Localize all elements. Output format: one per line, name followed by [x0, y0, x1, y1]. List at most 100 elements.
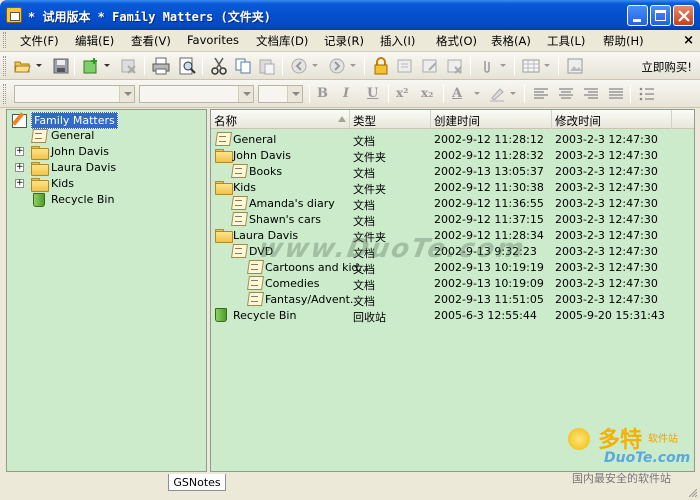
back-dropdown-icon[interactable] — [312, 64, 318, 67]
minimize-button[interactable] — [627, 5, 648, 26]
tree-node-label[interactable]: Recycle Bin — [51, 193, 114, 206]
lock-icon[interactable] — [372, 57, 390, 75]
cell-created: 2002-9-12 11:37:15 — [434, 213, 544, 226]
justify-icon[interactable] — [607, 85, 625, 103]
table-icon[interactable] — [522, 57, 540, 75]
tree-node-label[interactable]: John Davis — [51, 145, 109, 158]
table-row[interactable]: Comedies 文档 2002-9-13 10:19:09 2003-2-3 12:… — [211, 275, 694, 292]
buy-now-link[interactable]: 立即购买! — [641, 59, 692, 75]
print-preview-icon[interactable] — [178, 57, 196, 75]
bold-button[interactable]: B — [317, 86, 328, 101]
column-header-type[interactable]: 类型 — [350, 110, 431, 129]
style-select[interactable] — [14, 85, 135, 103]
copy-icon[interactable] — [234, 57, 252, 75]
menu-file[interactable]: 文件(F) — [20, 33, 59, 49]
toolbar-grip[interactable] — [3, 84, 6, 104]
font-family-select[interactable] — [139, 85, 254, 103]
align-center-icon[interactable] — [557, 85, 575, 103]
insert-image-icon[interactable] — [566, 57, 584, 75]
delete-icon[interactable] — [120, 57, 138, 75]
tree-node-laura-davis[interactable]: + Laura Davis — [15, 160, 135, 176]
menu-close-button[interactable]: × — [683, 33, 694, 48]
tree-root[interactable]: Family Matters — [11, 112, 121, 129]
cut-icon[interactable] — [210, 57, 228, 75]
table-row[interactable]: John Davis 文件夹 2002-9-12 11:28:32 2003-2-3 … — [211, 147, 694, 164]
table-row[interactable]: General 文档 2002-9-12 11:28:12 2003-2-3 12:4… — [211, 131, 694, 148]
font-color-dropdown-icon[interactable] — [474, 92, 480, 95]
back-icon[interactable] — [290, 57, 308, 75]
new-dropdown-icon[interactable] — [104, 64, 110, 67]
expand-icon[interactable]: + — [15, 163, 24, 172]
menu-table[interactable]: 表格(A) — [491, 33, 531, 49]
cell-created: 2005-6-3 12:55:44 — [434, 309, 537, 322]
table-row[interactable]: Kids 文件夹 2002-9-12 11:30:38 2003-2-3 12:47:… — [211, 179, 694, 196]
tree-node-recycle-bin[interactable]: Recycle Bin — [31, 192, 151, 207]
align-left-icon[interactable] — [532, 85, 550, 103]
new-note-icon[interactable] — [82, 57, 100, 75]
bullet-list-icon[interactable] — [638, 85, 656, 103]
open-dropdown-icon[interactable] — [36, 64, 42, 67]
menu-edit[interactable]: 编辑(E) — [75, 33, 114, 49]
lightbulb-icon — [568, 428, 590, 450]
align-right-icon[interactable] — [582, 85, 600, 103]
tree-node-label[interactable]: Kids — [51, 177, 74, 190]
highlight-icon[interactable] — [488, 85, 506, 103]
paste-icon[interactable] — [258, 57, 276, 75]
tree-node-john-davis[interactable]: + John Davis — [15, 144, 135, 160]
tree-node-kids[interactable]: + Kids — [15, 176, 135, 192]
expand-icon[interactable]: + — [15, 179, 24, 188]
title-bar[interactable]: * 试用版本 * Family Matters (文件夹) — [0, 0, 700, 30]
font-size-select[interactable] — [258, 85, 303, 103]
column-header-name[interactable]: 名称 — [211, 110, 350, 129]
table-row[interactable]: Amanda's diary 文档 2002-9-12 11:36:55 2003-2… — [211, 195, 694, 212]
superscript-button[interactable]: x² — [396, 86, 408, 100]
attachment-icon[interactable] — [478, 57, 496, 75]
menu-library[interactable]: 文档库(D) — [256, 33, 308, 49]
menu-insert[interactable]: 插入(I) — [380, 33, 415, 49]
print-icon[interactable] — [152, 57, 170, 75]
add-record-icon[interactable] — [396, 57, 414, 75]
cell-modified: 2003-2-3 12:47:30 — [555, 149, 658, 162]
table-row[interactable]: Shawn's cars 文档 2002-9-12 11:37:15 2003-2-3… — [211, 211, 694, 228]
tree-node-label[interactable]: General — [51, 129, 94, 142]
menu-view[interactable]: 查看(V) — [131, 33, 171, 49]
menu-grip[interactable] — [3, 32, 6, 48]
tree-node-label[interactable]: Laura Davis — [51, 161, 116, 174]
forward-icon[interactable] — [328, 57, 346, 75]
table-row[interactable]: Recycle Bin 回收站 2005-6-3 12:55:44 2005-9-20… — [211, 307, 694, 324]
chevron-down-icon — [119, 86, 134, 102]
menu-help[interactable]: 帮助(H) — [603, 33, 644, 49]
item-list[interactable]: 名称 类型 创建时间 修改时间 General 文档 2002-9-12 11:28… — [210, 109, 695, 472]
font-color-button[interactable]: A — [452, 86, 462, 101]
save-icon[interactable] — [52, 57, 70, 75]
site-logo-watermark: 多特 软件站 DuoTe.com 国内最安全的软件站 — [560, 420, 700, 500]
folder-tree[interactable]: Family Matters General + John Davis + La… — [6, 109, 207, 472]
table-row[interactable]: Fantasy/Advent... 文档 2002-9-13 11:51:05 200… — [211, 291, 694, 308]
table-dropdown-icon[interactable] — [544, 64, 550, 67]
menu-tools[interactable]: 工具(L) — [547, 33, 585, 49]
menu-record[interactable]: 记录(R) — [324, 33, 364, 49]
tab-gsnotes[interactable]: GSNotes — [168, 474, 226, 491]
maximize-button[interactable] — [650, 5, 671, 26]
toolbar-separator — [364, 57, 365, 75]
subscript-button[interactable]: x₂ — [421, 86, 433, 100]
close-button[interactable] — [673, 5, 694, 26]
column-header-created[interactable]: 创建时间 — [431, 110, 552, 129]
open-folder-icon[interactable] — [14, 57, 32, 75]
expand-icon[interactable]: + — [15, 147, 24, 156]
edit-record-icon[interactable] — [421, 57, 439, 75]
app-icon[interactable] — [6, 7, 22, 23]
highlight-dropdown-icon[interactable] — [510, 92, 516, 95]
forward-dropdown-icon[interactable] — [350, 64, 356, 67]
attachment-dropdown-icon[interactable] — [500, 64, 506, 67]
menu-format[interactable]: 格式(O) — [436, 33, 477, 49]
italic-button[interactable]: I — [343, 86, 349, 101]
table-row[interactable]: Books 文档 2002-9-13 13:05:37 2003-2-3 12:47:… — [211, 163, 694, 180]
underline-button[interactable]: U — [367, 86, 378, 101]
menu-favorites[interactable]: Favorites — [187, 33, 239, 47]
remove-record-icon[interactable] — [446, 57, 464, 75]
tree-node-general[interactable]: General — [27, 128, 137, 143]
toolbar-grip[interactable] — [3, 56, 6, 76]
column-header-modified[interactable]: 修改时间 — [552, 110, 672, 129]
tree-root-label[interactable]: Family Matters — [31, 112, 118, 129]
